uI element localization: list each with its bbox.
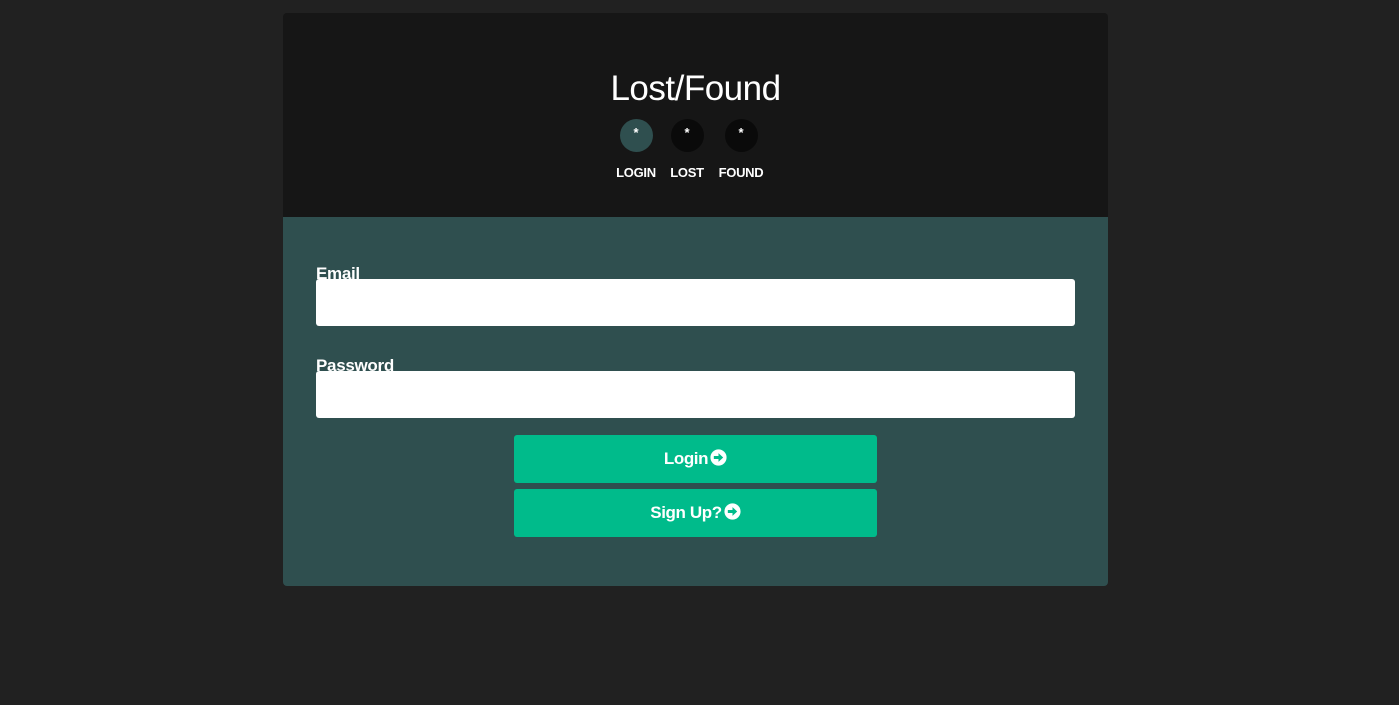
login-button-label: Login xyxy=(663,449,709,468)
arrow-circle-right-icon xyxy=(724,503,741,520)
signup-button-label: Sign Up? xyxy=(650,503,722,522)
login-card: Lost/Found * LOGIN * LOST * FOUND Email … xyxy=(283,13,1108,586)
step-found[interactable]: * FOUND xyxy=(701,119,781,181)
card-header: Lost/Found * LOGIN * LOST * FOUND xyxy=(283,13,1108,217)
login-form: Email Password Login Sign Up? xyxy=(283,217,1108,586)
password-input[interactable] xyxy=(316,371,1075,418)
email-input[interactable] xyxy=(316,279,1075,326)
signup-button[interactable]: Sign Up? xyxy=(514,489,877,537)
step-found-dot[interactable]: * xyxy=(724,119,758,152)
step-lost-dot[interactable]: * xyxy=(670,119,704,152)
app-title: Lost/Found xyxy=(610,69,781,108)
login-button[interactable]: Login xyxy=(514,435,877,483)
step-found-label: FOUND xyxy=(718,165,764,180)
arrow-circle-right-icon xyxy=(710,449,727,466)
